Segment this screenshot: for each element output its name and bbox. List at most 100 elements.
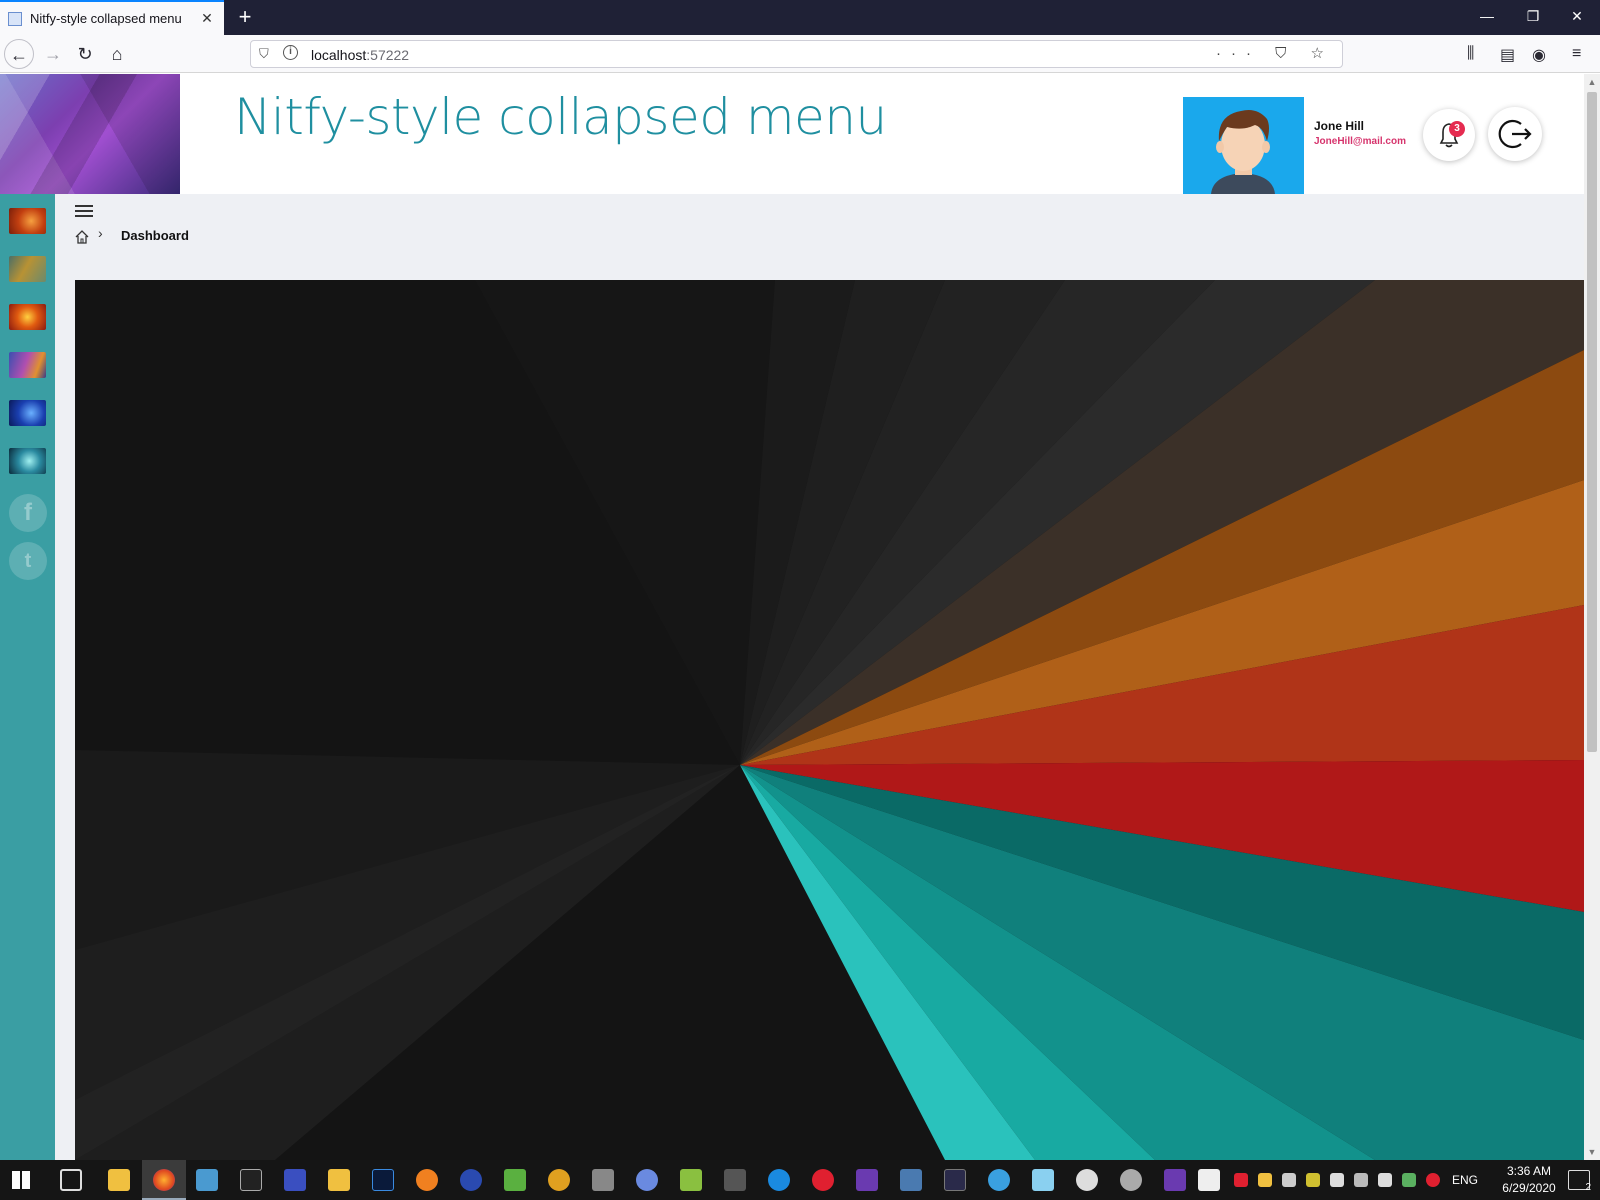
- menu-toggle-line: [75, 215, 93, 217]
- forward-button[interactable]: →: [38, 39, 68, 69]
- abstract-rays-artwork: [75, 280, 1584, 1160]
- scrollbar-thumb[interactable]: [1587, 92, 1597, 752]
- sidebar-item-1[interactable]: [9, 208, 46, 234]
- scroll-down-arrow-icon[interactable]: ▼: [1584, 1144, 1600, 1160]
- clock-time[interactable]: 3:36 AM: [1494, 1164, 1564, 1178]
- home-icon: [75, 230, 89, 244]
- dashboard-hero-image: [75, 280, 1584, 1160]
- logo-image: [0, 74, 180, 194]
- page-title: Nitfy-style collapsed menu: [234, 88, 887, 146]
- menu-toggle-line: [75, 210, 93, 212]
- volume-icon[interactable]: [1378, 1173, 1392, 1187]
- window-restore-button[interactable]: ❐: [1510, 0, 1556, 35]
- new-tab-button[interactable]: +: [232, 4, 258, 30]
- page-actions[interactable]: ··· ⛉ ☆: [1216, 44, 1334, 62]
- window-minimize-button[interactable]: —: [1464, 0, 1510, 35]
- app-icon[interactable]: [724, 1169, 746, 1191]
- task-view-icon[interactable]: [60, 1169, 82, 1191]
- clock-date[interactable]: 6/29/2020: [1494, 1181, 1564, 1195]
- avatar[interactable]: [1183, 97, 1304, 194]
- twitter-icon[interactable]: t: [9, 542, 47, 580]
- library-icon[interactable]: ⫼: [1467, 45, 1474, 63]
- sidebar-item-2[interactable]: [9, 256, 46, 282]
- url-host: localhost: [311, 47, 367, 63]
- app-icon[interactable]: [680, 1169, 702, 1191]
- sidebar-item-4[interactable]: [9, 352, 46, 378]
- tray-app-icon[interactable]: [1426, 1173, 1440, 1187]
- sidebar-item-6[interactable]: [9, 448, 46, 474]
- address-bar[interactable]: ⛉ i localhost:57222 ··· ⛉ ☆: [250, 40, 1343, 68]
- photoshop-icon[interactable]: [372, 1169, 394, 1191]
- tray-app-icon[interactable]: [1258, 1173, 1272, 1187]
- navigation-toolbar: ← → ↻ ⌂ ⛉ i localhost:57222 ··· ⛉ ☆ ⫼ ▤ …: [0, 35, 1600, 73]
- sidebar-toggle-icon[interactable]: ▤: [1500, 45, 1515, 65]
- firefox-icon[interactable]: [153, 1169, 175, 1191]
- site-header: Nitfy-style collapsed menu Jone Hill Jon…: [0, 74, 1584, 194]
- app-icon[interactable]: [1032, 1169, 1054, 1191]
- url-port: :57222: [366, 47, 410, 63]
- menu-toggle-line: [75, 205, 93, 207]
- facebook-icon[interactable]: f: [9, 494, 47, 532]
- vbnet-icon[interactable]: [1198, 1169, 1220, 1191]
- breadcrumb-home-icon[interactable]: [74, 229, 90, 245]
- blender-icon[interactable]: [416, 1169, 438, 1191]
- breadcrumb-separator-icon: ›: [98, 225, 103, 241]
- file-explorer-icon[interactable]: [108, 1169, 130, 1191]
- app-icon[interactable]: [1120, 1169, 1142, 1191]
- tray-app-icon[interactable]: [1306, 1173, 1320, 1187]
- notifications-button[interactable]: 3: [1423, 109, 1475, 161]
- back-button[interactable]: ←: [4, 39, 34, 69]
- visual-studio-icon[interactable]: [1164, 1169, 1186, 1191]
- collapsed-sidebar: f t: [0, 194, 55, 1160]
- app-icon[interactable]: [1076, 1169, 1098, 1191]
- menu-toggle-button[interactable]: [75, 205, 93, 219]
- tray-app-icon[interactable]: [1354, 1173, 1368, 1187]
- app-icon[interactable]: [944, 1169, 966, 1191]
- tab-title: Nitfy-style collapsed menu: [30, 11, 182, 26]
- terminal-icon[interactable]: [240, 1169, 262, 1191]
- visual-studio-icon[interactable]: [856, 1169, 878, 1191]
- action-center-count: 2: [1585, 1182, 1591, 1193]
- reload-button[interactable]: ↻: [70, 39, 100, 69]
- tray-app-icon[interactable]: [1282, 1173, 1296, 1187]
- window-close-button[interactable]: ✕: [1554, 0, 1600, 35]
- app-icon[interactable]: [504, 1169, 526, 1191]
- scroll-up-arrow-icon[interactable]: ▲: [1584, 74, 1600, 90]
- app-icon[interactable]: [548, 1169, 570, 1191]
- bell-icon: [1439, 123, 1459, 148]
- site-info-icon[interactable]: i: [283, 45, 298, 60]
- home-button[interactable]: ⌂: [102, 39, 132, 69]
- app-icon[interactable]: [196, 1169, 218, 1191]
- app-icon[interactable]: [592, 1169, 614, 1191]
- user-email[interactable]: JoneHill@mail.com: [1314, 136, 1406, 147]
- tab-bar: Nitfy-style collapsed menu ✕ + — ❐ ✕: [0, 0, 1600, 35]
- page-viewport: Nitfy-style collapsed menu Jone Hill Jon…: [0, 74, 1584, 1160]
- logout-button[interactable]: [1488, 107, 1542, 161]
- app-icon[interactable]: [768, 1169, 790, 1191]
- sidebar-item-3[interactable]: [9, 304, 46, 330]
- action-center-icon[interactable]: 2: [1568, 1170, 1591, 1193]
- avatar-image: [1183, 97, 1304, 194]
- account-icon[interactable]: ◉: [1532, 45, 1546, 65]
- app-icon[interactable]: [900, 1169, 922, 1191]
- app-icon[interactable]: [636, 1169, 658, 1191]
- opera-icon[interactable]: [812, 1169, 834, 1191]
- tab-active[interactable]: Nitfy-style collapsed menu ✕: [0, 0, 224, 35]
- tray-app-icon[interactable]: [1402, 1173, 1416, 1187]
- logout-icon: [1498, 119, 1532, 149]
- breadcrumb-current: Dashboard: [121, 228, 189, 243]
- url-text[interactable]: localhost:57222: [311, 47, 409, 63]
- start-icon[interactable]: [12, 1171, 30, 1189]
- app-icon[interactable]: [460, 1169, 482, 1191]
- input-language[interactable]: ENG: [1452, 1173, 1478, 1187]
- tab-close-icon[interactable]: ✕: [198, 10, 216, 27]
- app-icon[interactable]: [284, 1169, 306, 1191]
- page-scrollbar[interactable]: ▲ ▼: [1584, 74, 1600, 1160]
- tracking-shield-icon[interactable]: ⛉: [259, 46, 269, 62]
- folder-icon[interactable]: [328, 1169, 350, 1191]
- network-icon[interactable]: [1330, 1173, 1344, 1187]
- tray-app-icon[interactable]: [1234, 1173, 1248, 1187]
- app-icon[interactable]: [988, 1169, 1010, 1191]
- sidebar-item-5[interactable]: [9, 400, 46, 426]
- app-menu-icon[interactable]: ≡: [1572, 45, 1581, 63]
